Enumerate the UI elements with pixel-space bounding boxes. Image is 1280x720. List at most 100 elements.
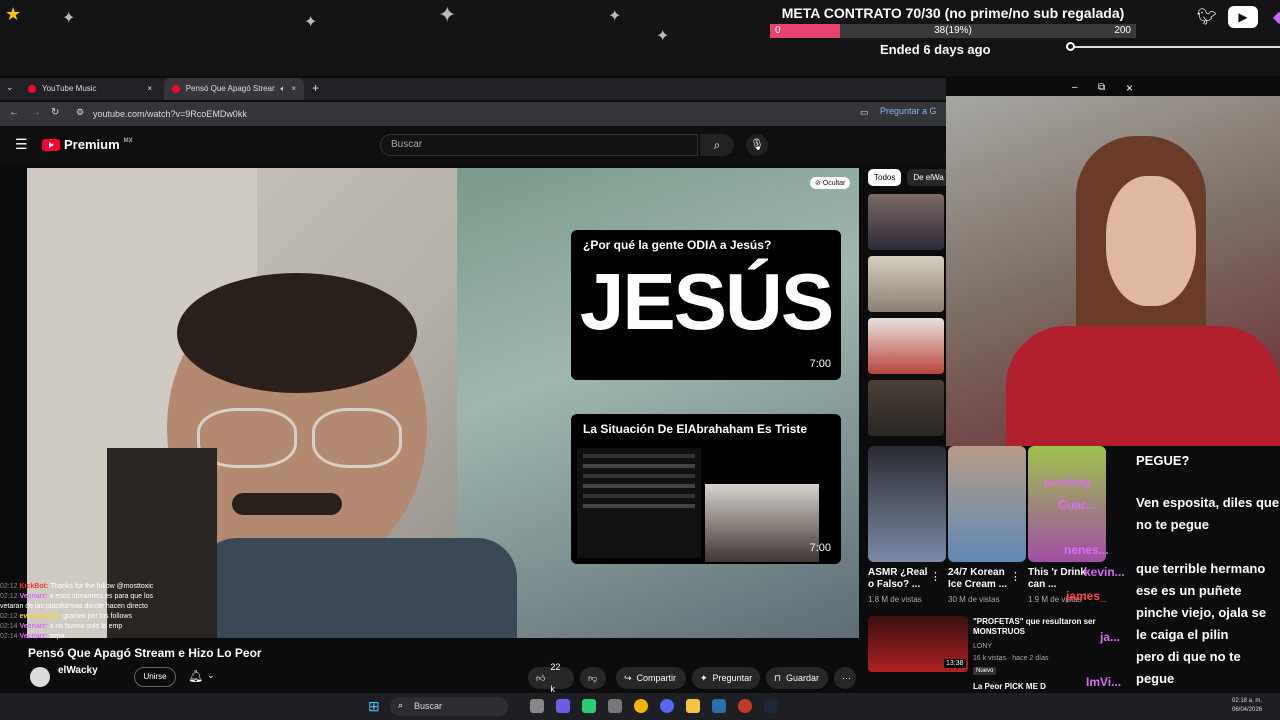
- ask-button[interactable]: ✦ Preguntar: [692, 667, 760, 689]
- maximize-icon[interactable]: ⧉: [1098, 82, 1105, 93]
- short-title[interactable]: ASMR ¿Real o Falso? ...: [868, 567, 934, 591]
- channel-name[interactable]: elWacky: [58, 665, 98, 676]
- cast-icon[interactable]: ▭: [860, 107, 869, 118]
- sparkle-icon: ✦: [62, 10, 76, 27]
- site-info-icon[interactable]: ⚙: [76, 107, 84, 118]
- end-card-video-1[interactable]: ¿Por qué la gente ODIA a Jesús? JESÚS 7:…: [571, 230, 841, 380]
- close-window-icon[interactable]: ×: [1126, 81, 1133, 95]
- timeline-line: [1070, 46, 1280, 48]
- browser-tab-strip: ⌄ YouTube Music × Pensó Que Apagó Stream…: [0, 78, 946, 100]
- rec-title[interactable]: La Peor PICK ME D: [973, 682, 1046, 691]
- sparkle-icon: ✦: [656, 28, 670, 45]
- chat-message: Ven esposita, diles que no te pegue: [1136, 495, 1280, 532]
- youtube-icon: ▶: [1228, 6, 1258, 28]
- goal-title: META CONTRATO 70/30 (no prime/no sub reg…: [781, 5, 1125, 21]
- goal-progress-end: 200: [1114, 25, 1131, 36]
- join-button[interactable]: Unirse: [134, 667, 176, 687]
- url-field[interactable]: youtube.com/watch?v=9RcoEMDw0kk: [93, 102, 247, 126]
- bell-icon[interactable]: 🔔︎: [188, 669, 203, 683]
- short-thumbnail[interactable]: [868, 446, 946, 562]
- more-actions-button[interactable]: ⋯: [834, 667, 856, 689]
- short-views: 1.8 M de vistas: [868, 595, 922, 604]
- close-icon[interactable]: ×: [147, 78, 152, 100]
- social-icons: 🐦︎ ▶ ◆: [1192, 6, 1280, 28]
- taskbar-search[interactable]: Buscar: [390, 697, 508, 716]
- share-button[interactable]: ↪ Compartir: [616, 667, 686, 689]
- rec-thumbnail[interactable]: [868, 380, 944, 436]
- back-icon[interactable]: ←: [9, 107, 19, 118]
- close-icon[interactable]: ×: [291, 78, 296, 100]
- tab-current-video[interactable]: Pensó Que Apagó Stream e 🔈︎ ×: [164, 78, 304, 100]
- voice-search-button[interactable]: 🎙︎: [746, 134, 768, 156]
- tab-list-chevron-icon[interactable]: ⌄: [6, 82, 14, 93]
- discord-icon[interactable]: [660, 699, 674, 713]
- new-tab-icon[interactable]: +: [312, 81, 319, 95]
- ask-google-button[interactable]: Preguntar a G: [880, 106, 937, 116]
- recommendation-filter-chips: Todos De elWa: [868, 169, 950, 186]
- dislike-button[interactable]: 👎︎: [580, 667, 606, 689]
- teams-icon[interactable]: [556, 699, 570, 713]
- search-input[interactable]: Buscar: [380, 134, 698, 156]
- end-card-duration: 7:00: [809, 358, 831, 370]
- copilot-icon[interactable]: [582, 699, 596, 713]
- save-button[interactable]: ⊓ Guardar: [766, 667, 828, 689]
- more-icon[interactable]: ⋮: [1010, 570, 1021, 583]
- windows-start-icon[interactable]: ⊞: [368, 698, 380, 715]
- app-icon[interactable]: [738, 699, 752, 713]
- minimize-icon[interactable]: –: [1072, 82, 1078, 93]
- channel-avatar[interactable]: [30, 667, 50, 687]
- rec-thumbnail[interactable]: [868, 318, 944, 374]
- menu-icon[interactable]: ☰: [15, 136, 28, 153]
- youtube-favicon-icon: [172, 85, 180, 93]
- new-badge: Nuevo: [973, 667, 997, 675]
- search-button[interactable]: ⌕: [700, 134, 734, 156]
- bookmark-icon: ⊓: [774, 673, 782, 683]
- video-title: Pensó Que Apagó Stream e Hizo Lo Peor: [28, 646, 262, 660]
- chip-all[interactable]: Todos: [868, 169, 902, 186]
- chat-message: pero di que no te pegue: [1136, 649, 1241, 686]
- chat-message: que terrible hermano ese es un puñete: [1136, 561, 1266, 598]
- more-icon[interactable]: ⋮: [930, 570, 941, 583]
- steam-icon[interactable]: [764, 699, 778, 713]
- chat-message: 02:12 evaan12345: gracias por los follow…: [0, 613, 132, 620]
- chat-message: PEGUE?: [1136, 453, 1190, 468]
- forward-icon[interactable]: →: [31, 107, 41, 118]
- share-icon: ↪: [624, 673, 632, 683]
- chat-message: 02:12 Vecnarr: a esos streamers es para …: [0, 593, 153, 610]
- system-clock[interactable]: 02:18 a. m. 06/04/2026: [1232, 697, 1262, 715]
- app-icon[interactable]: [712, 699, 726, 713]
- chat-user: ImVi...: [1086, 675, 1122, 689]
- streamer-webcam: [946, 96, 1280, 446]
- streamer-hair: [177, 273, 417, 393]
- youtube-music-favicon-icon: [28, 85, 36, 93]
- settings-icon[interactable]: [608, 699, 622, 713]
- short-title[interactable]: 24/7 Korean Ice Cream ...: [948, 567, 1014, 591]
- task-view-icon[interactable]: [530, 699, 544, 713]
- end-card-video-2[interactable]: La Situación De ElAbrahaham Es Triste 7:…: [571, 414, 841, 564]
- short-thumbnail[interactable]: [948, 446, 1026, 562]
- chat-user: james_: [1066, 589, 1107, 603]
- hide-overlay-button[interactable]: ⊘ Ocultar: [810, 177, 851, 189]
- thumbs-down-icon: 👎︎: [588, 673, 598, 683]
- like-button[interactable]: 👍︎ 22 k: [528, 662, 574, 694]
- end-card-thumb-chat: [577, 448, 701, 558]
- stream-chat: PEGUE? Ven esposita, diles que no te peg…: [1136, 450, 1280, 720]
- youtube-premium-logo[interactable]: Premium MX: [42, 137, 133, 152]
- chevron-down-icon[interactable]: ⌄: [207, 670, 215, 681]
- rec-thumbnail[interactable]: [868, 194, 944, 250]
- reload-icon[interactable]: ↻: [51, 107, 59, 118]
- goal-progress-bar: 0 38(19%) 200: [770, 24, 1136, 38]
- sparkle-icon: ✦: [700, 673, 708, 683]
- speaker-icon[interactable]: 🔈︎: [281, 78, 286, 100]
- clock-time: 02:18 a. m.: [1232, 698, 1263, 704]
- end-card-thumb-person: [705, 484, 819, 562]
- search-icon: ⌕: [398, 700, 404, 710]
- youtube-header: ☰ Premium MX Buscar ⌕ 🎙︎: [0, 128, 946, 164]
- chat-message: 02:14 Vecnarr: a no bueno solo la emp: [0, 623, 123, 630]
- tab-youtube-music[interactable]: YouTube Music ×: [20, 78, 160, 100]
- chat-user: Guat...: [1058, 498, 1096, 512]
- file-explorer-icon[interactable]: [686, 699, 700, 713]
- chip-channel[interactable]: De elWa: [907, 169, 950, 186]
- rec-thumbnail[interactable]: [868, 256, 944, 312]
- chrome-icon[interactable]: [634, 699, 648, 713]
